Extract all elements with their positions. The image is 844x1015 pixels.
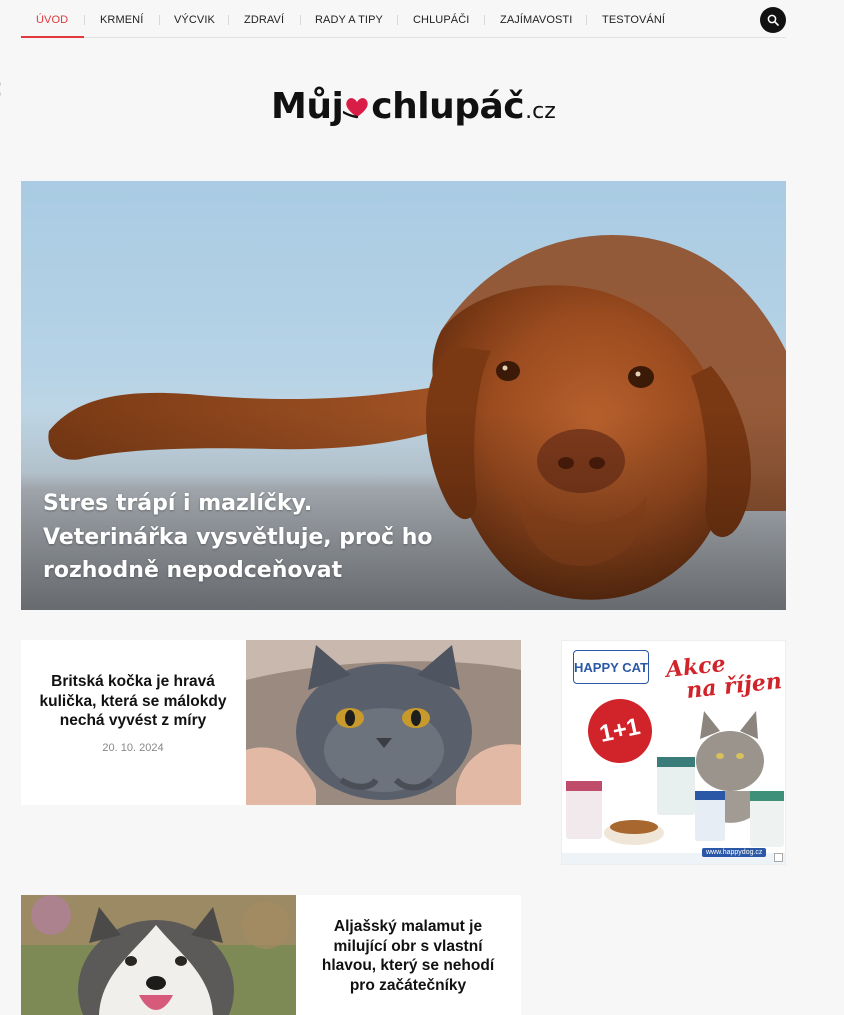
nav-item-krmeni[interactable]: KRMENÍ (100, 14, 143, 26)
hero-title[interactable]: Stres trápí i mazlíčky. Veterinářka vysv… (43, 487, 463, 588)
nav-item-zdravi[interactable]: ZDRAVÍ (244, 14, 284, 26)
logo-text-right: chlupáč (371, 86, 525, 127)
british-cat-image (246, 640, 521, 805)
active-nav-indicator (21, 36, 84, 38)
article-image[interactable] (246, 640, 521, 805)
article-title[interactable]: Aljašský malamut je milující obr s vlast… (314, 917, 502, 995)
nav-item-chlupaci[interactable]: CHLUPÁČI (413, 14, 469, 26)
nav-item-vycvik[interactable]: VÝCVIK (174, 14, 215, 26)
nav-item-testovani[interactable]: TESTOVÁNÍ (602, 14, 665, 26)
alaskan-malamute-image (21, 895, 296, 1015)
paw-decoration-icon (0, 81, 1, 97)
article-date: 20. 10. 2024 (102, 741, 164, 754)
logo-text-left: Můj (271, 86, 344, 127)
logo-suffix: .cz (525, 99, 556, 124)
nav-separator (586, 15, 587, 25)
nav-separator (228, 15, 229, 25)
search-icon (767, 14, 779, 26)
ad-url: www.happydog.cz (702, 848, 767, 857)
article-card[interactable]: Britská kočka je hravá kulička, která se… (21, 640, 521, 805)
article-title[interactable]: Britská kočka je hravá kulička, která se… (39, 672, 227, 731)
site-logo[interactable]: Můj chlupáč .cz (271, 86, 556, 134)
nav-separator (84, 15, 85, 25)
main-navigation: ÚVOD KRMENÍ VÝCVIK ZDRAVÍ RADY A TIPY CH… (21, 0, 786, 38)
search-button[interactable] (760, 7, 786, 33)
article-image[interactable] (21, 895, 296, 1015)
nav-item-zajimavosti[interactable]: ZAJÍMAVOSTI (500, 14, 572, 26)
nav-separator (300, 15, 301, 25)
hero-article[interactable]: Stres trápí i mazlíčky. Veterinářka vysv… (21, 181, 786, 610)
nav-item-uvod[interactable]: ÚVOD (36, 14, 68, 26)
ad-brand-logo: HAPPY CAT (573, 650, 649, 684)
adchoices-icon[interactable] (774, 853, 783, 862)
nav-item-rady-a-tipy[interactable]: RADY A TIPY (315, 14, 383, 26)
article-card-text: Britská kočka je hravá kulička, která se… (39, 672, 227, 754)
nav-separator (397, 15, 398, 25)
nav-separator (484, 15, 485, 25)
article-card-text: Aljašský malamut je milující obr s vlast… (314, 917, 502, 995)
advertisement-banner[interactable]: HAPPY CAT Akce na říjen 1+1 www.happydog… (561, 640, 786, 865)
article-card[interactable]: Aljašský malamut je milující obr s vlast… (21, 895, 521, 1015)
heart-icon (343, 98, 368, 119)
nav-separator (159, 15, 160, 25)
